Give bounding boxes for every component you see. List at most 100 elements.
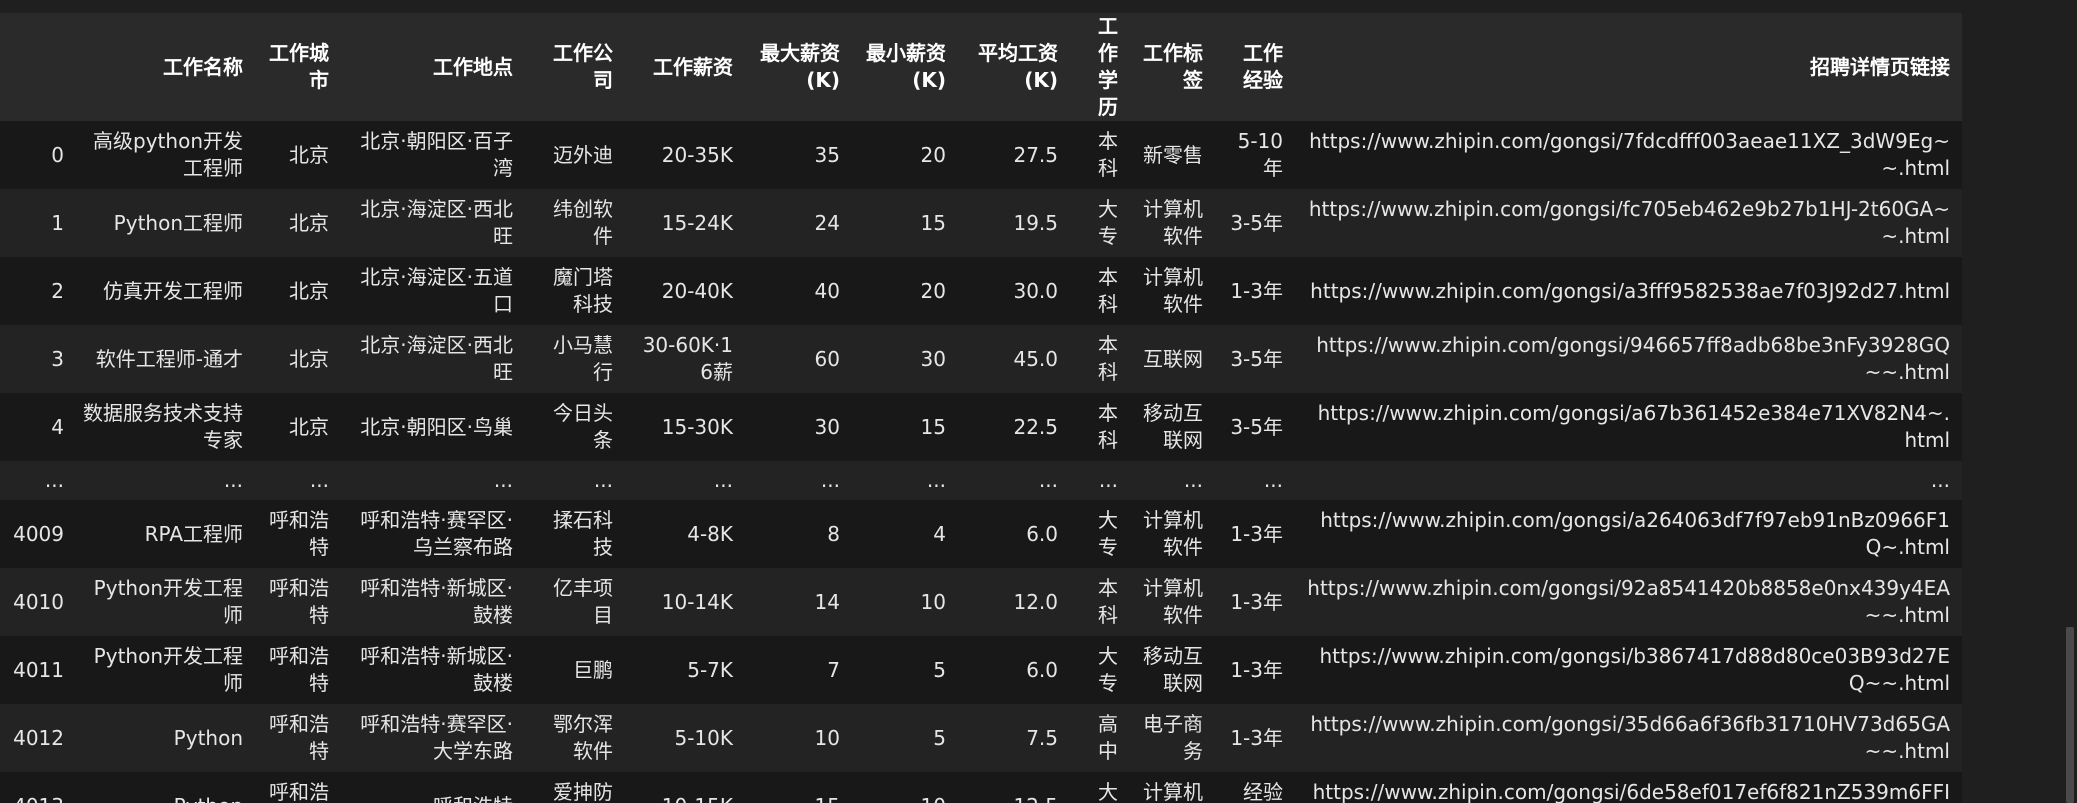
table-cell: 6.0 [1026,657,1058,682]
dataframe-table: 工作名称 工作城市 工作地点 工作公司 工作薪资 最大薪资(K) 最小薪资(K)… [0,13,1962,803]
table-cell: 数据服务技术支持专家 [83,401,243,452]
table-cell: 高级python开发工程师 [93,129,243,180]
table-cell: 10-15K [625,772,745,803]
table-cell: https://www.zhipin.com/gongsi/fc705eb462… [1308,197,1950,248]
table-cell: 今日头条 [553,401,613,452]
table-row: 2 仿真开发工程师 北京 北京·海淀区·五道口 魔门塔科技 20-40K 40 20 30.0 本… [0,257,1962,325]
table-cell: 60 [814,346,840,371]
table-cell: 10 [852,772,958,803]
table-cell: 3-5年 [1230,210,1283,235]
dataframe-body: 0 高级python开发工程师 北京 北京·朝阳区·百子湾 迈外迪 20-35K 35 20 2… [0,121,1962,803]
table-cell: 5 [933,657,946,682]
table-cell: 北京 [289,414,329,439]
row-index: 4011 [13,657,64,682]
table-cell: ... [1038,468,1058,492]
table-row: 4012 Python 呼和浩特 呼和浩特·赛罕区·大学东路 鄂尔浑软件 5-10K 10 5… [0,704,1962,772]
table-cell: 呼和浩特·新城区·鼓楼 [360,644,513,695]
table-cell: https://www.zhipin.com/gongsi/946657ff8a… [1316,333,1950,384]
table-row: 0 高级python开发工程师 北京 北京·朝阳区·百子湾 迈外迪 20-35K 35 20 2… [0,121,1962,189]
table-cell: 5 [933,725,946,750]
row-index: 4010 [13,589,64,614]
table-cell: 计算机软件 [1143,197,1203,248]
table-cell: https://www.zhipin.com/gongsi/92a8541420… [1307,576,1950,627]
table-cell: ... [820,468,840,492]
table-cell: ... [1930,468,1950,492]
row-index: 4009 [13,521,64,546]
table-row: 1 Python工程师 北京 北京·海淀区·西北旺 纬创软件 15-24K 24 15 19.5… [0,189,1962,257]
output-top-band [0,0,2077,13]
table-cell: 经验不限 [1243,780,1283,803]
table-cell: 1-3年 [1230,589,1283,614]
table-cell: 北京 [289,346,329,371]
table-cell: 24 [814,210,840,235]
row-index: 3 [51,346,64,371]
table-cell: 1-3年 [1230,725,1283,750]
table-cell: 北京 [289,142,329,167]
table-cell: 魔门塔科技 [553,265,613,316]
table-cell: 爱抻防伪 [553,780,613,803]
column-header: 招聘详情页链接 [1295,13,1962,121]
table-cell: ... [223,468,243,492]
index-header [0,13,70,121]
column-header: 工作薪资 [625,13,745,121]
table-cell: 20 [920,278,946,303]
table-cell: ... [493,468,513,492]
table-cell: 22.5 [1013,414,1058,439]
table-cell: 1-3年 [1230,521,1283,546]
table-cell: 本科 [1098,401,1118,452]
table-row: 4 数据服务技术支持专家 北京 北京·朝阳区·鸟巢 今日头条 15-30K 30 15 22.5… [0,393,1962,461]
table-cell: 27.5 [1013,142,1058,167]
column-header: 工作标签 [1130,13,1215,121]
column-header: 工作名称 [70,13,255,121]
row-index: ... [44,468,64,492]
vertical-scrollbar[interactable] [2063,627,2077,803]
table-cell: 本科 [1098,129,1118,180]
table-cell: 12.0 [1013,589,1058,614]
table-cell: https://www.zhipin.com/gongsi/7fdcdfff00… [1309,129,1950,180]
table-cell: 呼和浩特 [269,576,329,627]
table-cell: 移动互联网 [1143,644,1203,695]
table-cell: 大专 [1098,197,1118,248]
table-cell: https://www.zhipin.com/gongsi/35d66a6f36… [1310,712,1950,763]
column-header: 工作公司 [525,13,625,121]
table-cell: 呼和浩特 [269,712,329,763]
row-index: 1 [51,210,64,235]
table-cell: 移动互联网 [1143,401,1203,452]
table-cell: 呼和浩特 [269,644,329,695]
table-cell: 14 [814,589,840,614]
scrollbar-thumb[interactable] [2066,627,2074,803]
column-header: 最小薪资(K) [852,13,958,121]
table-cell: 10-14K [661,589,733,614]
table-cell: 大专 [1098,508,1118,559]
table-cell: 计算机软件 [1143,780,1203,803]
table-cell: 4 [933,521,946,546]
table-cell: 5-7K [687,657,733,682]
table-row: 4010 Python开发工程师 呼和浩特 呼和浩特·新城区·鼓楼 亿丰项目 10-14K… [0,568,1962,636]
table-cell: 新零售 [1143,142,1203,167]
table-cell: 北京 [289,210,329,235]
table-cell: 高中 [1098,712,1118,763]
table-cell: 15-24K [661,210,733,235]
table-cell: 迈外迪 [553,142,613,167]
table-cell: 北京·朝阳区·鸟巢 [360,414,513,439]
table-row: 4011 Python开发工程师 呼和浩特 呼和浩特·新城区·鼓楼 巨鹏 5-7K 7 5 6.… [0,636,1962,704]
table-cell: 8 [827,521,840,546]
table-cell: 20-40K [661,278,733,303]
table-cell: 呼和浩特·赛罕区·大学东路 [360,712,513,763]
table-cell: 7 [827,657,840,682]
table-cell: 呼和浩特 [269,780,329,803]
table-cell: Python [70,772,255,803]
table-cell: 电子商务 [1143,712,1203,763]
table-cell: 10 [814,725,840,750]
column-header: 平均工资(K) [958,13,1070,121]
table-row: 4009 RPA工程师 呼和浩特 呼和浩特·赛罕区·乌兰察布路 揉石科技 4-8K 8 4 6.… [0,500,1962,568]
table-cell: 45.0 [1013,346,1058,371]
table-cell: 15-30K [661,414,733,439]
table-cell: 20-35K [661,142,733,167]
table-cell: 亿丰项目 [553,576,613,627]
column-header: 最大薪资(K) [745,13,852,121]
table-cell: Python开发工程师 [93,644,243,695]
table-cell: 北京 [289,278,329,303]
table-cell: https://www.zhipin.com/gongsi/a264063df7… [1320,508,1950,559]
table-cell: 北京·海淀区·西北旺 [360,197,513,248]
